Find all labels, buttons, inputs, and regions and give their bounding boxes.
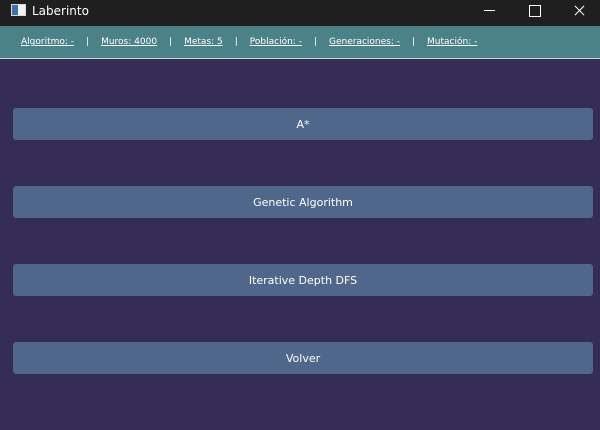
title-bar[interactable]: Laberinto bbox=[0, 0, 600, 26]
info-algorithm: Algoritmo: - bbox=[21, 37, 75, 47]
close-icon[interactable] bbox=[556, 0, 600, 22]
astar-button[interactable]: A* bbox=[13, 108, 593, 140]
minimize-icon[interactable] bbox=[466, 0, 512, 22]
info-separator: | bbox=[86, 37, 90, 47]
back-button[interactable]: Volver bbox=[13, 342, 593, 374]
info-separator: | bbox=[412, 37, 416, 47]
info-walls: Muros: 4000 bbox=[101, 37, 158, 47]
info-goals: Metas: 5 bbox=[184, 37, 223, 47]
iterative-depth-dfs-button[interactable]: Iterative Depth DFS bbox=[13, 264, 593, 296]
genetic-algorithm-button[interactable]: Genetic Algorithm bbox=[13, 186, 593, 218]
maximize-icon[interactable] bbox=[511, 0, 557, 22]
info-separator: | bbox=[169, 37, 173, 47]
info-mutation: Mutación: - bbox=[427, 37, 478, 47]
app-window: Laberinto Algoritmo: - | Muros: 4000 | M… bbox=[0, 0, 600, 430]
info-separator: | bbox=[234, 37, 238, 47]
window-title: Laberinto bbox=[32, 4, 89, 18]
info-bar: Algoritmo: - | Muros: 4000 | Metas: 5 | … bbox=[0, 26, 600, 59]
info-generations: Generaciones: - bbox=[329, 37, 400, 47]
info-separator: | bbox=[313, 37, 317, 47]
app-window-icon bbox=[11, 4, 26, 16]
info-population: Población: - bbox=[249, 37, 302, 47]
